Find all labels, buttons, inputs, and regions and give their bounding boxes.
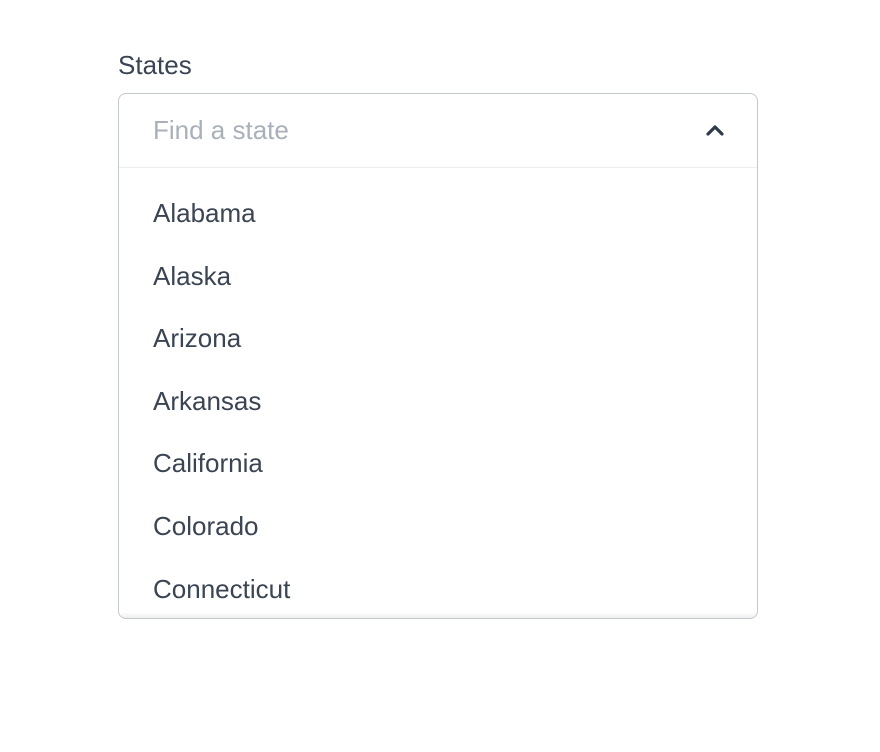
collapse-button[interactable] — [697, 113, 733, 149]
list-item[interactable]: Arkansas — [119, 370, 757, 433]
search-input[interactable] — [153, 115, 697, 146]
list-item[interactable]: Alabama — [119, 182, 757, 245]
list-item[interactable]: Connecticut — [119, 558, 757, 618]
state-combobox[interactable]: Alabama Alaska Arizona Arkansas Californ… — [118, 93, 758, 619]
list-item[interactable]: California — [119, 432, 757, 495]
list-item[interactable]: Alaska — [119, 245, 757, 308]
field-label: States — [118, 50, 758, 81]
list-item[interactable]: Arizona — [119, 307, 757, 370]
chevron-up-icon — [703, 119, 727, 143]
list-item[interactable]: Colorado — [119, 495, 757, 558]
options-list[interactable]: Alabama Alaska Arizona Arkansas Californ… — [119, 168, 757, 618]
search-row — [119, 94, 757, 168]
